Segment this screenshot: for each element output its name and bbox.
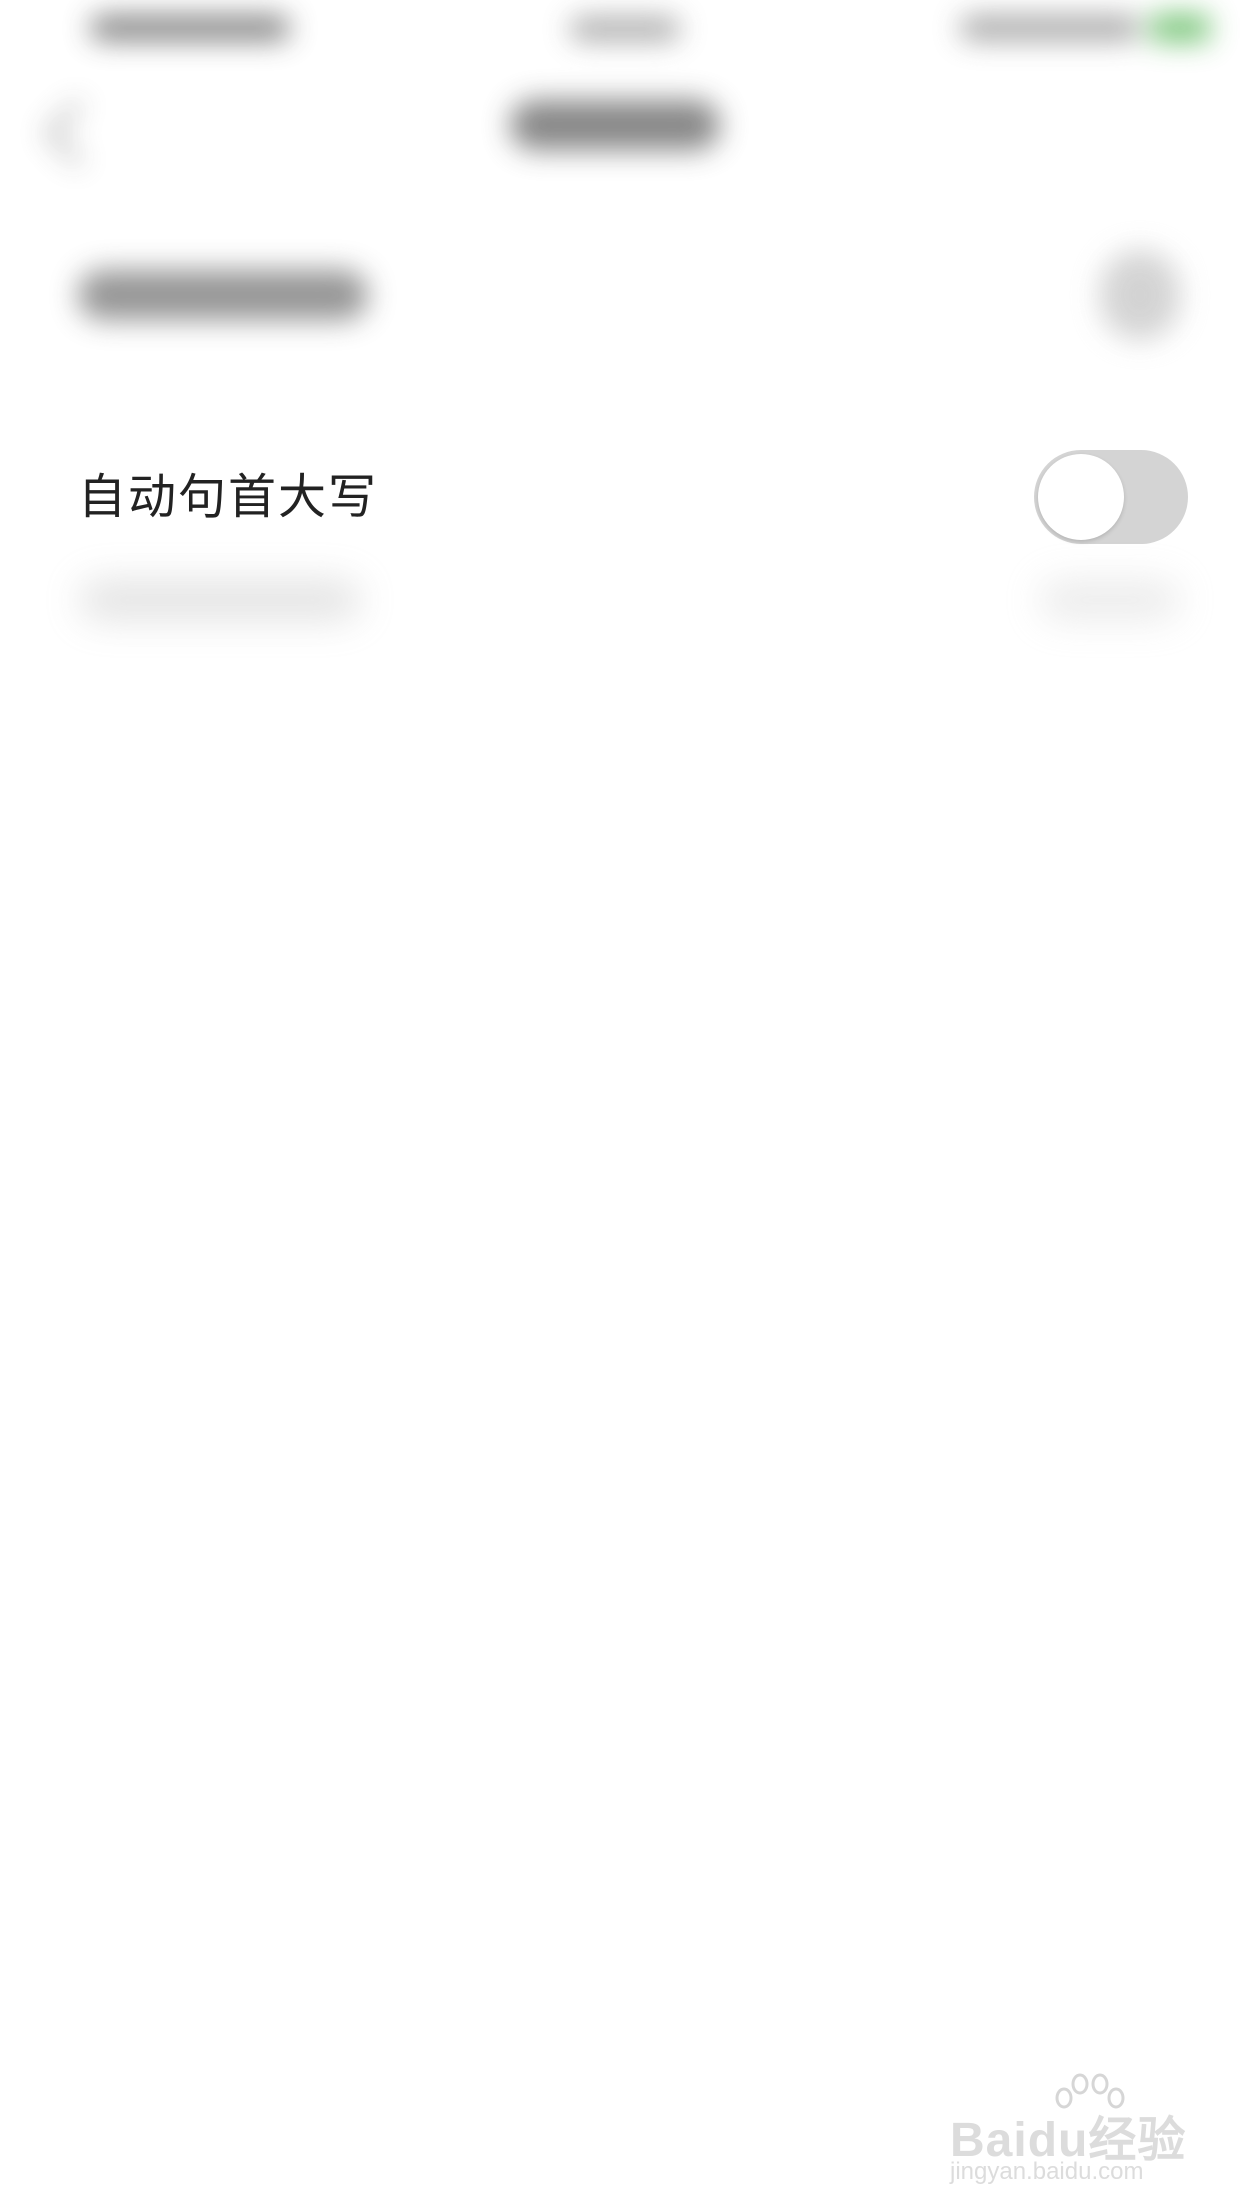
- status-carrier-blurred: [90, 16, 290, 40]
- setting-row-auto-capitalize[interactable]: 自动句首大写: [0, 420, 1242, 575]
- chevron-left-icon[interactable]: [45, 100, 111, 166]
- blurred-below-region: [0, 560, 1242, 720]
- blurred-setting-control: [1100, 250, 1180, 340]
- nav-title-blurred: [510, 100, 720, 150]
- blurred-setting-label: [78, 270, 368, 320]
- baidu-jingyan-watermark: Baidu经验 jingyan.baidu.com: [950, 2070, 1210, 2190]
- settings-screen: 自动句首大写 Baidu经验 jingyan.baidu.com: [0, 0, 1242, 2208]
- blurred-subtext: [80, 580, 360, 620]
- setting-label: 自动句首大写: [78, 469, 379, 525]
- blurred-setting-row: [0, 200, 1242, 390]
- blurred-header-region: [0, 0, 1242, 430]
- battery-icon: [1150, 14, 1210, 42]
- nav-bar: [0, 60, 1242, 190]
- watermark-url: jingyan.baidu.com: [950, 2158, 1144, 2185]
- blurred-subcontrol: [1040, 580, 1180, 620]
- toggle-knob: [1038, 454, 1124, 540]
- status-bar: [0, 0, 1242, 60]
- auto-capitalize-toggle[interactable]: [1034, 450, 1188, 544]
- status-time-blurred: [570, 18, 680, 40]
- status-indicators-blurred: [960, 16, 1140, 40]
